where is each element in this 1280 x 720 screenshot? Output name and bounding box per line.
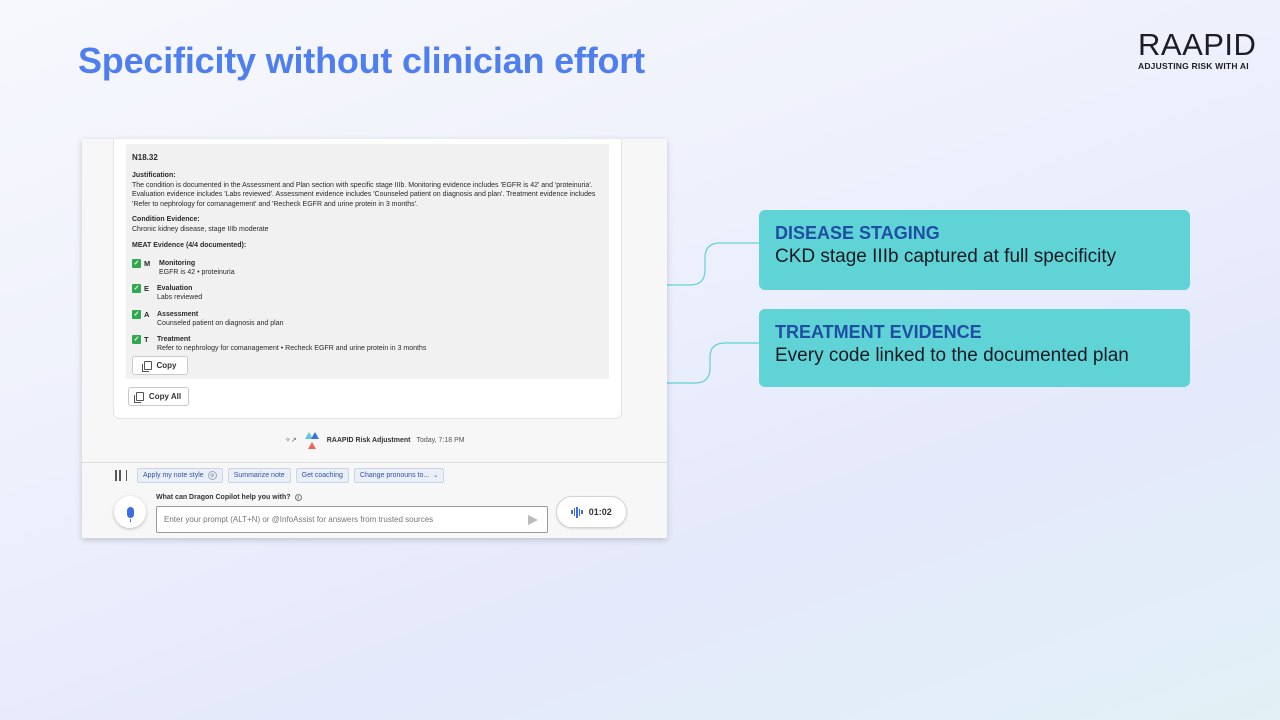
message-card: N18.32 Justification: The condition is d… [113,139,622,419]
raapid-avatar-icon [304,432,319,449]
condition-evidence: Condition Evidence: Chronic kidney disea… [132,215,602,234]
justification-label: Justification: [132,172,176,179]
sparkle-icon: ✧↗ [285,437,297,444]
logo-tagline: ADJUSTING RISK WITH AI [1138,61,1249,71]
copy-label: Copy [156,360,177,370]
chip-summarize-note[interactable]: Summarize note [227,468,291,483]
icd-code: N18.32 [132,153,158,162]
suggestion-toolbar: Apply my note style ⚙ Summarize note Get… [115,468,445,483]
callout-title: DISEASE STAGING [775,223,940,243]
check-icon: ✓ [132,310,141,319]
meat-letter: M [144,259,151,268]
divider [82,462,667,463]
meat-detail: EGFR is 42 • proteinuria [159,269,235,276]
callout-treatment-evidence: TREATMENT EVIDENCE Every code linked to … [759,309,1190,387]
code-panel: N18.32 Justification: The condition is d… [126,144,609,379]
chevron-down-icon: ⌄ [433,473,439,479]
chip-label: Get coaching [301,472,343,479]
meat-detail: Refer to nephrology for comanagement • R… [157,345,427,352]
prompt-input[interactable]: Enter your prompt (ALT+N) or @InfoAssist… [156,506,548,533]
justification-text: The condition is documented in the Asses… [132,181,596,208]
settings-icon[interactable]: ⚙ [207,471,217,480]
prompt-placeholder: Enter your prompt (ALT+N) or @InfoAssist… [164,515,434,524]
callout-text: CKD stage IIIb captured at full specific… [775,246,1117,267]
check-icon: ✓ [132,335,141,344]
meat-header: MEAT Evidence (4/4 documented): [132,242,247,249]
sender-row: ✧↗ RAAPID Risk Adjustment Today, 7:18 PM [285,429,465,451]
prompt-label: What can Dragon Copilot help you with? i [156,494,302,501]
condition-label: Condition Evidence: [132,216,200,223]
chip-apply-note-style[interactable]: Apply my note style ⚙ [137,468,223,483]
copilot-screenshot: N18.32 Justification: The condition is d… [82,139,667,538]
chip-change-pronouns[interactable]: Change pronouns to... ⌄ [353,468,445,483]
copy-icon [133,392,144,403]
chip-label: Change pronouns to... [359,472,430,479]
meat-letter: T [144,335,149,344]
copy-icon [141,361,152,372]
raapid-logo: RAAPID ADJUSTING RISK WITH AI [1138,27,1257,72]
justification: Justification: The condition is document… [132,171,602,209]
meat-letter: E [144,284,150,293]
chip-label: Apply my note style [143,472,204,479]
meat-detail: Counseled patient on diagnosis and plan [157,320,284,327]
microphone-icon [126,506,134,522]
check-icon: ✓ [132,284,141,293]
prompt-label-text: What can Dragon Copilot help you with? [156,494,291,501]
callout-text: Every code linked to the documented plan [775,345,1129,366]
chip-get-coaching[interactable]: Get coaching [295,468,349,483]
waveform-icon [571,506,583,518]
meat-detail: Labs reviewed [157,294,203,301]
callout-disease-staging: DISEASE STAGING CKD stage IIIb captured … [759,210,1190,290]
info-icon[interactable]: i [294,494,302,501]
callout-title: TREATMENT EVIDENCE [775,322,982,342]
microphone-button[interactable] [114,496,146,528]
copy-all-button[interactable]: Copy All [128,387,189,406]
logo-wordmark: RAAPID [1138,27,1257,62]
copy-button[interactable]: Copy [132,356,188,375]
copy-all-label: Copy All [148,392,182,401]
slide-title: Specificity without clinician effort [78,40,645,81]
send-icon[interactable] [528,515,538,525]
meat-letter: A [144,310,150,319]
recording-timer[interactable]: 01:02 [556,496,627,528]
condition-text: Chronic kidney disease, stage IIIb moder… [132,225,269,233]
chip-label: Summarize note [233,472,285,479]
sender-name: RAAPID Risk Adjustment [326,436,411,444]
sender-time: Today, 7:18 PM [416,436,465,444]
library-icon[interactable] [115,470,127,481]
check-icon: ✓ [132,259,141,268]
timer-value: 01:02 [588,507,612,517]
